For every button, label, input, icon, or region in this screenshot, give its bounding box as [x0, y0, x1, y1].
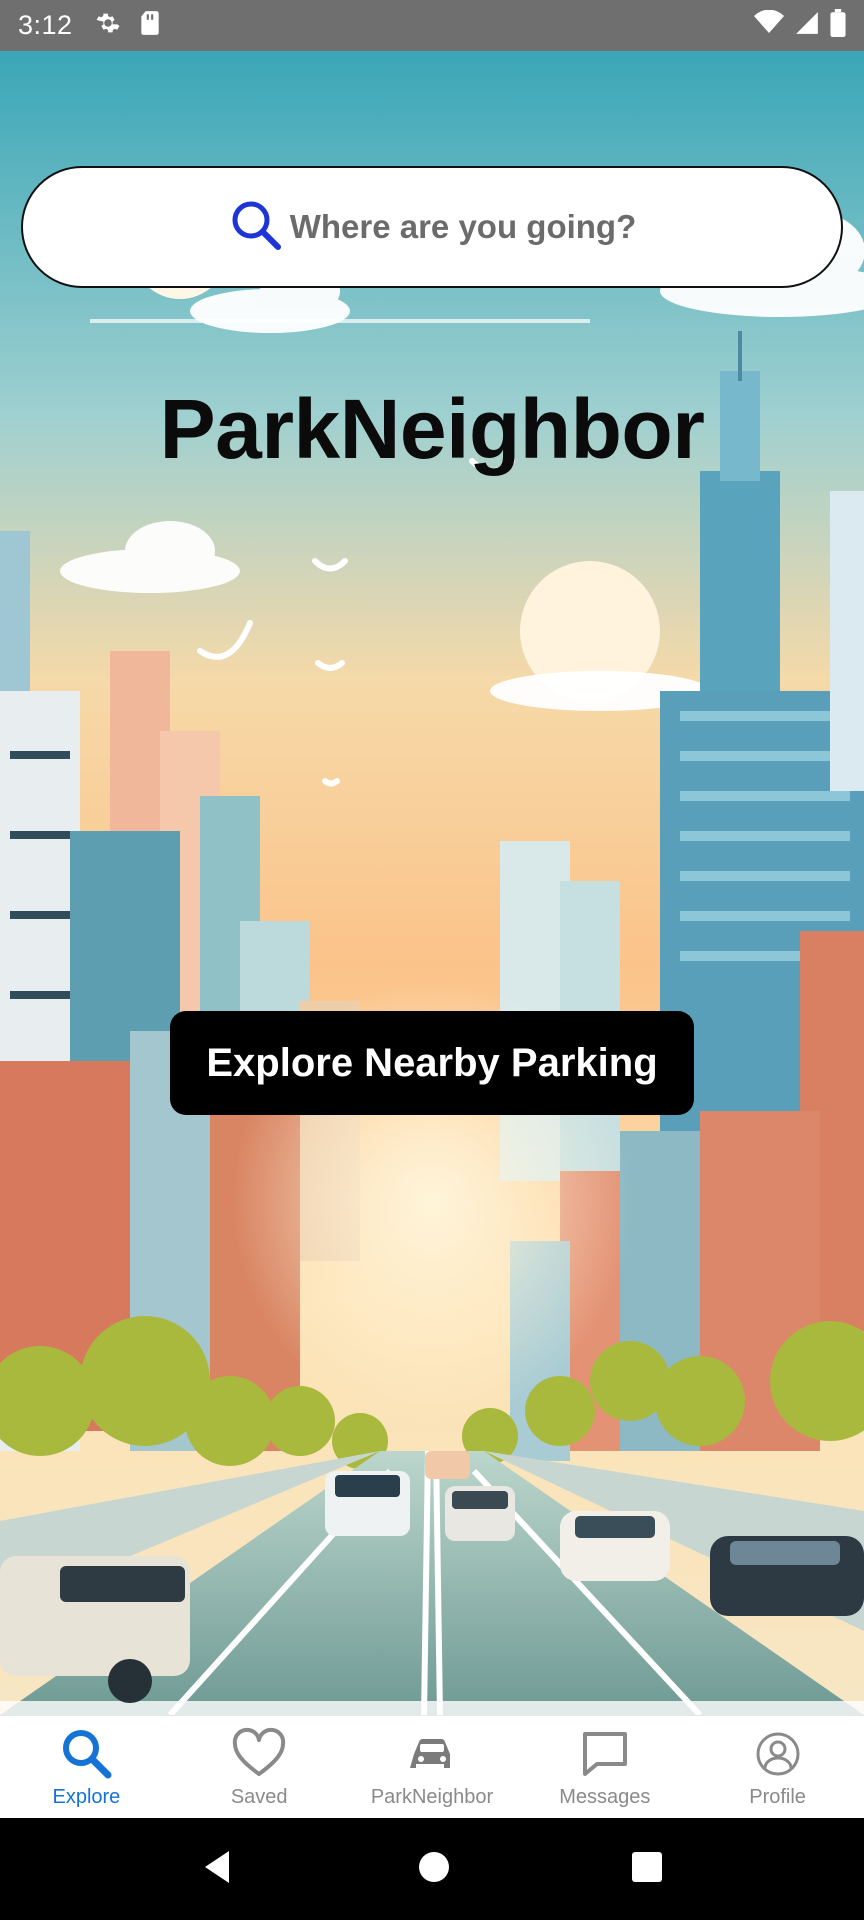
- search-placeholder[interactable]: Where are you going?: [290, 208, 637, 246]
- signal-icon: [794, 10, 820, 41]
- nav-label-explore: Explore: [52, 1786, 121, 1808]
- wifi-icon: [754, 9, 784, 41]
- nav-item-messages[interactable]: Messages: [518, 1716, 691, 1818]
- nav-label-saved: Saved: [230, 1786, 288, 1808]
- home-icon[interactable]: [416, 1849, 452, 1890]
- nav-label-profile: Profile: [749, 1786, 806, 1808]
- status-time: 3:12: [18, 10, 73, 40]
- status-right-icons: [754, 9, 846, 42]
- status-left-icons: [95, 10, 161, 41]
- gear-icon: [95, 10, 121, 41]
- heart-icon: [231, 1726, 287, 1782]
- search-icon: [228, 197, 284, 258]
- search-icon: [58, 1726, 114, 1782]
- hero-scene: Where are you going? ParkNeighbor Explor…: [0, 51, 864, 1715]
- status-bar: 3:12: [0, 0, 864, 51]
- bottom-nav: Explore Saved ParkNeighbor Messages Prof…: [0, 1715, 864, 1818]
- app-title: ParkNeighbor: [159, 382, 705, 476]
- nav-item-profile[interactable]: Profile: [691, 1716, 864, 1818]
- city-street-illustration: [0, 51, 864, 1715]
- user-circle-icon: [750, 1726, 806, 1782]
- sd-card-icon: [139, 10, 161, 41]
- nav-item-parkneighbor[interactable]: ParkNeighbor: [346, 1716, 519, 1818]
- back-icon[interactable]: [199, 1847, 239, 1892]
- chat-bubble-icon: [577, 1726, 633, 1782]
- car-icon: [404, 1726, 460, 1782]
- recents-icon[interactable]: [629, 1849, 665, 1890]
- system-nav-bar: [0, 1818, 864, 1920]
- nav-item-explore[interactable]: Explore: [0, 1716, 173, 1818]
- search-bar[interactable]: Where are you going?: [21, 166, 843, 288]
- explore-nearby-parking-button[interactable]: Explore Nearby Parking: [170, 1011, 694, 1115]
- nav-item-saved[interactable]: Saved: [173, 1716, 346, 1818]
- battery-icon: [830, 9, 846, 42]
- nav-label-parkneighbor: ParkNeighbor: [370, 1786, 494, 1808]
- nav-label-messages: Messages: [559, 1786, 651, 1808]
